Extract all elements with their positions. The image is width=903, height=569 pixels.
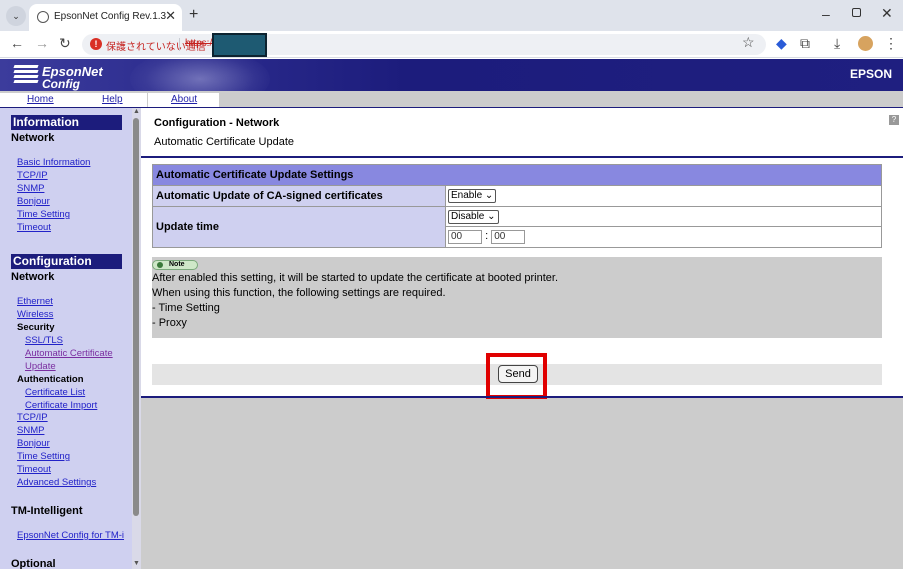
epsonnet-banner: EpsonNet Config EPSON [0, 59, 903, 91]
sidebar-link-bonjour[interactable]: Bonjour [17, 196, 50, 207]
browser-toolbar: ← → ↻ ! 保護されていない通信 https:// ☆ ◆ ⧉ ⤓ ⋮ [0, 31, 903, 58]
scroll-down-arrow-icon[interactable]: ▼ [132, 560, 141, 567]
note-badge-label: Note [169, 261, 185, 268]
not-secure-icon[interactable]: ! [90, 38, 102, 50]
sidebar-link-config-snmp[interactable]: SNMP [17, 425, 44, 436]
reload-icon[interactable]: ↻ [59, 35, 71, 52]
sidebar-link-advanced-settings[interactable]: Advanced Settings [17, 477, 96, 488]
epson-brand: EPSON [849, 67, 892, 81]
sidebar-heading-information: Information [11, 115, 122, 130]
nav-help-link[interactable]: Help [102, 94, 123, 105]
auto-update-cell: Enable ⌄ [445, 185, 882, 207]
send-button-highlight [486, 353, 547, 399]
auto-update-select[interactable]: Enable ⌄ [448, 189, 497, 203]
sidebar-link-snmp[interactable]: SNMP [17, 183, 44, 194]
sidebar-section-optional: Optional [11, 558, 56, 569]
sidebar-section-tm-intelligent: TM-Intelligent [11, 505, 83, 517]
sidebar-link-epsonnet-config-tm-i[interactable]: EpsonNet Config for TM-i [17, 530, 124, 541]
settings-table: Automatic Certificate Update Settings Au… [152, 164, 882, 248]
top-nav: Home Help About [0, 91, 903, 108]
page-title: Configuration - Network [154, 117, 280, 129]
globe-icon [37, 11, 49, 23]
profile-avatar[interactable] [858, 36, 873, 51]
menu-kebab-icon[interactable]: ⋮ [884, 35, 898, 52]
address-bar[interactable]: ! 保護されていない通信 https:// [82, 33, 766, 57]
divider [179, 38, 180, 51]
hour-input[interactable]: 00 [448, 230, 482, 244]
redacted-url-block [212, 33, 267, 57]
sidebar-link-config-time-setting[interactable]: Time Setting [17, 451, 70, 462]
sidebar-link-config-timeout[interactable]: Timeout [17, 464, 51, 475]
auto-update-select-value: Enable [451, 190, 483, 201]
sidebar-subheading-network: Network [11, 271, 55, 283]
sidebar-scrollbar-thumb[interactable] [133, 118, 139, 516]
epsonnet-logo-icon [13, 65, 39, 85]
sidebar-link-automatic-certificate-update[interactable]: Automatic Certificate [25, 348, 113, 359]
sidebar-link-tcpip[interactable]: TCP/IP [17, 170, 48, 181]
sidebar-link-wireless[interactable]: Wireless [17, 309, 53, 320]
note-line: After enabled this setting, it will be s… [152, 272, 559, 284]
sidebar-link-timeout[interactable]: Timeout [17, 222, 51, 233]
update-time-select-value: Disable [451, 210, 485, 222]
new-tab-icon[interactable]: + [189, 6, 198, 24]
sidebar-menu: Information Network Basic Information TC… [0, 108, 141, 569]
update-time-select[interactable]: Disable ⌄ [448, 209, 499, 224]
sidebar-label-security: Security [17, 322, 55, 333]
download-icon[interactable]: ⤓ [834, 35, 840, 52]
forward-icon[interactable]: → [35, 35, 49, 51]
page-subtitle: Automatic Certificate Update [154, 136, 295, 148]
nav-about-link[interactable]: About [171, 94, 197, 105]
scroll-up-arrow-icon[interactable]: ▲ [132, 108, 141, 115]
note-icon [157, 262, 163, 268]
banner-decoration [130, 59, 270, 91]
sidebar-link-time-setting[interactable]: Time Setting [17, 209, 70, 220]
window-close-icon[interactable]: ✕ [881, 5, 893, 22]
extension-icon[interactable]: ◆ [776, 35, 787, 52]
divider [141, 156, 903, 158]
note-box: Note After enabled this setting, it will… [152, 257, 882, 338]
window-minimize-icon[interactable]: – [822, 6, 830, 22]
sidebar-subheading-network: Network [11, 132, 55, 144]
help-icon[interactable]: ? [889, 115, 899, 125]
sidebar-heading-configuration: Configuration [11, 254, 122, 269]
main-content: Configuration - Network Automatic Certif… [141, 108, 903, 569]
tab-search-dropdown-icon[interactable]: ⌄ [6, 6, 26, 26]
minute-input[interactable]: 00 [491, 230, 526, 244]
logo-text-line2: Config [42, 77, 80, 91]
sidebar-link-config-bonjour[interactable]: Bonjour [17, 438, 50, 449]
update-time-input-cell: 00 : 00 [445, 226, 882, 248]
sidebar-label-authentication: Authentication [17, 374, 84, 385]
chevron-down-icon: ⌄ [487, 210, 496, 222]
url-text[interactable]: https:// [185, 38, 215, 49]
note-line: - Time Setting [152, 302, 220, 314]
sidebar-link-certificate-import[interactable]: Certificate Import [25, 400, 97, 411]
update-time-label: Update time [152, 206, 446, 248]
back-icon[interactable]: ← [10, 35, 24, 51]
window-restore-icon[interactable] [852, 8, 861, 17]
note-line: - Proxy [152, 317, 187, 329]
sidebar-link-basic-information[interactable]: Basic Information [17, 157, 90, 168]
puzzle-icon[interactable]: ⧉ [800, 35, 810, 52]
note-badge: Note [152, 260, 198, 270]
sidebar-link-ssl-tls[interactable]: SSL/TLS [25, 335, 63, 346]
sidebar-link-certificate-list[interactable]: Certificate List [25, 387, 85, 398]
bookmark-star-icon[interactable]: ☆ [742, 34, 755, 51]
sidebar-link-ethernet[interactable]: Ethernet [17, 296, 53, 307]
auto-update-label: Automatic Update of CA-signed certificat… [152, 185, 446, 207]
chevron-down-icon: ⌄ [484, 190, 494, 201]
divider [141, 396, 903, 398]
tab-close-icon[interactable]: ✕ [165, 8, 176, 24]
update-time-select-cell: Disable ⌄ [445, 206, 882, 227]
nav-home-help-cell [0, 93, 147, 107]
nav-home-link[interactable]: Home [27, 94, 54, 105]
tab-title: EpsonNet Config Rev.1.3 [54, 11, 167, 22]
settings-table-header: Automatic Certificate Update Settings [152, 164, 882, 186]
browser-tab[interactable]: EpsonNet Config Rev.1.3 ✕ [29, 4, 182, 31]
time-separator: : [485, 230, 489, 242]
sidebar-link-automatic-certificate-update-line2[interactable]: Update [25, 361, 56, 372]
browser-tab-strip: ⌄ EpsonNet Config Rev.1.3 ✕ + – ✕ [0, 0, 903, 31]
note-line: When using this function, the following … [152, 287, 446, 299]
sidebar-link-config-tcpip[interactable]: TCP/IP [17, 412, 48, 423]
